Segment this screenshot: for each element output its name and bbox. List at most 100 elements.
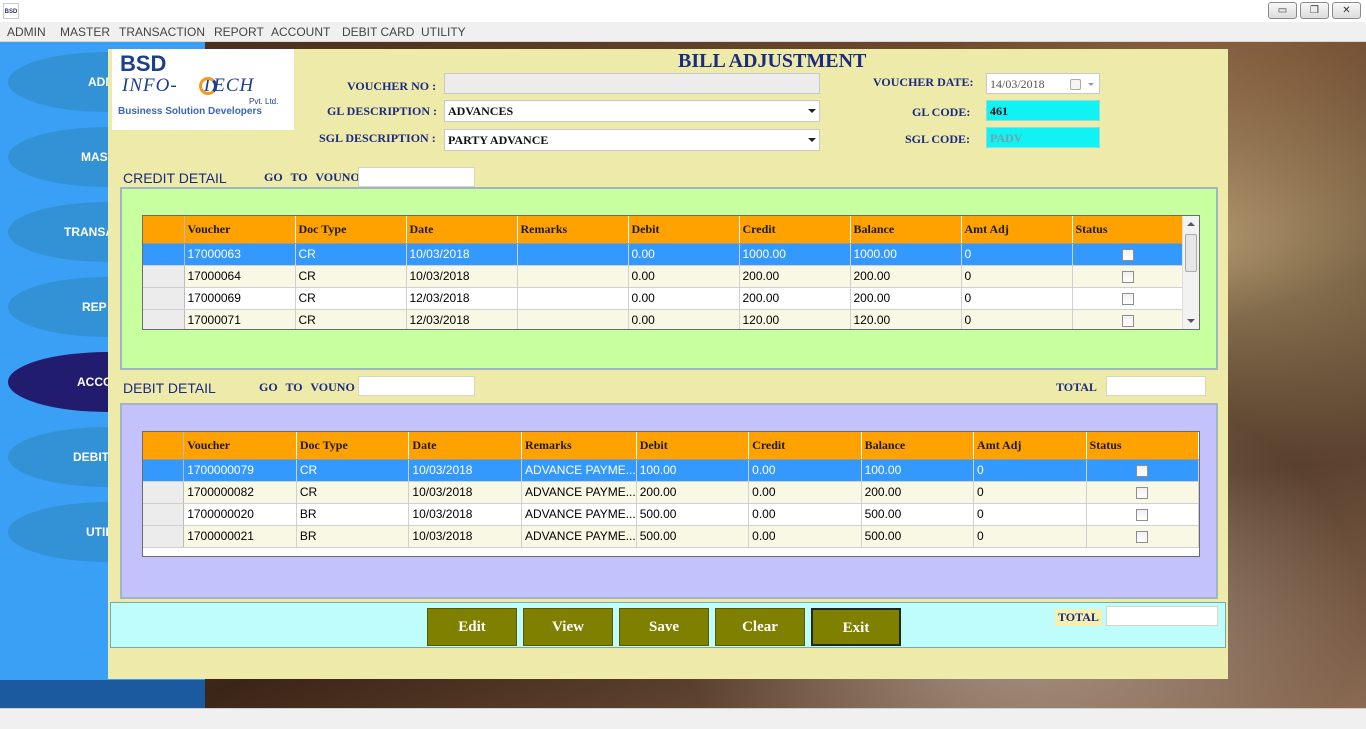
restore-button[interactable]: ❐ <box>1300 2 1329 19</box>
cell-credit[interactable]: 1000.00 <box>739 243 851 266</box>
scroll-thumb[interactable] <box>1185 234 1197 272</box>
status-checkbox[interactable] <box>1121 248 1134 261</box>
table-row[interactable]: 17000071 CR 12/03/2018 0.00 120.00 120.0… <box>143 309 1184 329</box>
cell-credit[interactable]: 0.00 <box>748 503 862 526</box>
cell-amt-adj[interactable]: 0 <box>961 265 1073 288</box>
cell-credit[interactable]: 0.00 <box>748 481 862 504</box>
row-header[interactable] <box>143 287 185 310</box>
col-date[interactable]: Date <box>408 432 523 460</box>
col-amt-adj[interactable]: Amt Adj <box>973 432 1087 460</box>
row-header[interactable] <box>143 243 185 266</box>
status-checkbox[interactable] <box>1136 486 1149 499</box>
col-balance[interactable]: Balance <box>850 216 962 244</box>
col-amt-adj[interactable]: Amt Adj <box>961 216 1073 244</box>
cell-amt-adj[interactable]: 0 <box>973 503 1087 526</box>
cell-debit[interactable]: 500.00 <box>636 525 750 548</box>
status-checkbox[interactable] <box>1121 270 1134 283</box>
menu-debit-card[interactable]: DEBIT CARD <box>342 25 414 39</box>
credit-goto-input[interactable] <box>358 167 475 187</box>
cell-amt-adj[interactable]: 0 <box>973 525 1087 548</box>
debit-goto-input[interactable] <box>358 376 475 396</box>
menu-transaction[interactable]: TRANSACTION <box>119 25 205 39</box>
cell-credit[interactable]: 200.00 <box>739 287 851 310</box>
status-checkbox[interactable] <box>1121 292 1134 305</box>
table-row[interactable]: 17000064 CR 10/03/2018 0.00 200.00 200.0… <box>143 265 1184 288</box>
scroll-down-icon[interactable] <box>1187 319 1195 323</box>
cell-debit[interactable]: 0.00 <box>628 243 740 266</box>
menu-account[interactable]: ACCOUNT <box>271 25 330 39</box>
sgl-description-select[interactable]: PARTY ADVANCE <box>444 129 820 151</box>
cell-remarks[interactable] <box>517 243 629 266</box>
menu-utility[interactable]: UTILITY <box>421 25 466 39</box>
col-debit[interactable]: Debit <box>636 432 750 460</box>
cell-date[interactable]: 12/03/2018 <box>406 287 518 310</box>
cell-voucher[interactable]: 1700000020 <box>183 503 297 526</box>
cell-date[interactable]: 10/03/2018 <box>408 481 523 504</box>
total-field[interactable] <box>1106 606 1218 626</box>
cell-doc-type[interactable]: CR <box>295 243 407 266</box>
cell-remarks[interactable]: ADVANCE PAYME... <box>521 525 637 548</box>
cell-remarks[interactable] <box>517 287 629 310</box>
cell-doc-type[interactable]: CR <box>296 459 410 482</box>
cell-date[interactable]: 10/03/2018 <box>408 525 523 548</box>
debit-grid[interactable]: Voucher Doc Type Date Remarks Debit Cred… <box>142 431 1200 557</box>
cell-balance[interactable]: 1000.00 <box>850 243 962 266</box>
cell-date[interactable]: 10/03/2018 <box>406 243 518 266</box>
cell-voucher[interactable]: 17000063 <box>184 243 296 266</box>
col-voucher[interactable]: Voucher <box>183 432 297 460</box>
cell-voucher[interactable]: 17000064 <box>184 265 296 288</box>
sgl-code-field[interactable]: PADV <box>986 127 1100 148</box>
cell-amt-adj[interactable]: 0 <box>973 481 1087 504</box>
cell-date[interactable]: 10/03/2018 <box>408 503 523 526</box>
row-header[interactable] <box>143 309 185 329</box>
cell-debit[interactable]: 0.00 <box>628 287 740 310</box>
menu-admin[interactable]: ADMIN <box>7 25 46 39</box>
status-checkbox[interactable] <box>1136 530 1149 543</box>
col-balance[interactable]: Balance <box>861 432 975 460</box>
cell-balance[interactable]: 500.00 <box>861 525 975 548</box>
cell-debit[interactable]: 500.00 <box>636 503 750 526</box>
edit-button[interactable]: Edit <box>427 608 517 646</box>
cell-balance[interactable]: 500.00 <box>861 503 975 526</box>
credit-grid-scrollbar[interactable] <box>1182 216 1199 329</box>
cell-voucher[interactable]: 17000069 <box>184 287 296 310</box>
cell-debit[interactable]: 200.00 <box>636 481 750 504</box>
status-checkbox[interactable] <box>1136 508 1149 521</box>
cell-remarks[interactable] <box>517 309 629 329</box>
cell-date[interactable]: 12/03/2018 <box>406 309 518 329</box>
col-remarks[interactable]: Remarks <box>517 216 629 244</box>
cell-doc-type[interactable]: CR <box>296 481 410 504</box>
cell-doc-type[interactable]: CR <box>295 287 407 310</box>
close-button[interactable]: ✕ <box>1332 2 1361 19</box>
table-row[interactable]: 1700000082 CR 10/03/2018 ADVANCE PAYME..… <box>143 481 1199 504</box>
cell-voucher[interactable]: 17000071 <box>184 309 296 329</box>
cell-remarks[interactable] <box>517 265 629 288</box>
cell-balance[interactable]: 100.00 <box>861 459 975 482</box>
debit-total-field[interactable] <box>1106 376 1206 396</box>
row-header[interactable] <box>143 459 185 482</box>
clear-button[interactable]: Clear <box>715 608 805 646</box>
cell-credit[interactable]: 200.00 <box>739 265 851 288</box>
cell-doc-type[interactable]: CR <box>295 309 407 329</box>
menu-report[interactable]: REPORT <box>214 25 264 39</box>
col-voucher[interactable]: Voucher <box>184 216 296 244</box>
cell-doc-type[interactable]: BR <box>296 503 410 526</box>
col-doc-type[interactable]: Doc Type <box>295 216 407 244</box>
gl-code-field[interactable]: 461 <box>986 100 1100 121</box>
table-row[interactable]: 1700000020 BR 10/03/2018 ADVANCE PAYME..… <box>143 503 1199 526</box>
view-button[interactable]: View <box>523 608 613 646</box>
status-checkbox[interactable] <box>1121 314 1134 327</box>
table-row[interactable]: 1700000079 CR 10/03/2018 ADVANCE PAYME..… <box>143 459 1199 482</box>
cell-debit[interactable]: 0.00 <box>628 265 740 288</box>
cell-date[interactable]: 10/03/2018 <box>408 459 523 482</box>
cell-doc-type[interactable]: BR <box>296 525 410 548</box>
minimize-button[interactable]: ▭ <box>1268 2 1297 19</box>
cell-date[interactable]: 10/03/2018 <box>406 265 518 288</box>
cell-balance[interactable]: 200.00 <box>861 481 975 504</box>
scroll-up-icon[interactable] <box>1187 222 1195 226</box>
cell-balance[interactable]: 120.00 <box>850 309 962 329</box>
cell-voucher[interactable]: 1700000021 <box>183 525 297 548</box>
menu-master[interactable]: MASTER <box>60 25 110 39</box>
row-header[interactable] <box>143 481 185 504</box>
cell-remarks[interactable]: ADVANCE PAYME... <box>521 503 637 526</box>
